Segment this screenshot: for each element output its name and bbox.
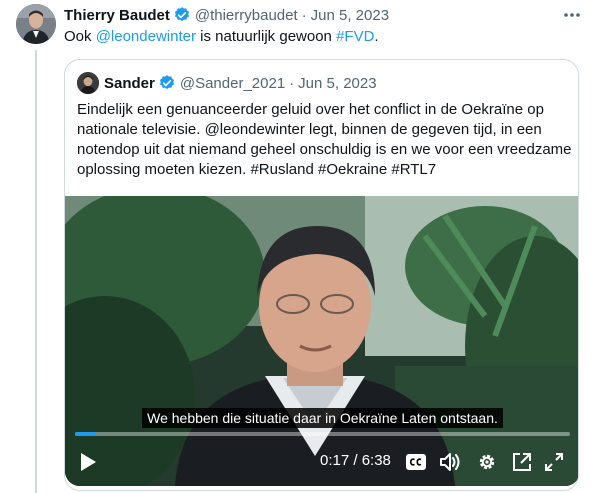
quote-header: Sander @Sander_2021 · Jun 5, 2023 [77, 72, 377, 94]
quote-author-handle[interactable]: @Sander_2021 [180, 75, 285, 92]
volume-icon[interactable] [439, 451, 461, 473]
captions-icon[interactable] [405, 451, 427, 473]
settings-gear-icon[interactable] [476, 451, 498, 473]
hashtag-link[interactable]: #FVD [336, 28, 374, 45]
quote-text: Eindelijk een genuanceerder geluid over … [77, 101, 572, 178]
video-progress-fill [75, 432, 97, 436]
video-time: 0:17 / 6:38 [320, 452, 391, 469]
video-player[interactable]: We hebben die situatie daar in Oekraïne … [65, 196, 578, 486]
author-handle[interactable]: @thierrybaudet [195, 7, 298, 24]
fullscreen-icon[interactable] [543, 451, 565, 473]
quote-date[interactable]: Jun 5, 2023 [298, 75, 376, 92]
mention-link[interactable]: @leondewinter [96, 28, 196, 45]
quote-separator-dot: · [289, 74, 295, 92]
tweet-text-suffix: . [374, 28, 379, 45]
video-progress-bar[interactable] [75, 432, 570, 436]
tweet-text-prefix: Ook [64, 28, 96, 45]
tweet-text: Ook @leondewinter is natuurlijk gewoon #… [64, 27, 379, 47]
more-options-icon[interactable] [560, 5, 584, 25]
author-avatar[interactable] [16, 4, 56, 44]
thread-line [35, 50, 37, 493]
tweet-header: Thierry Baudet @thierrybaudet · Jun 5, 2… [64, 4, 389, 26]
quote-author-avatar[interactable] [77, 72, 99, 94]
video-frame [65, 196, 578, 486]
quote-author-name[interactable]: Sander [104, 75, 155, 92]
pop-out-icon[interactable] [511, 451, 533, 473]
video-subtitle: We hebben die situatie daar in Oekraïne … [65, 408, 578, 428]
play-icon[interactable] [77, 451, 99, 473]
subtitle-text: We hebben die situatie daar in Oekraïne … [142, 408, 503, 428]
author-name[interactable]: Thierry Baudet [64, 7, 170, 24]
tweet-text-middle: is natuurlijk gewoon [195, 28, 337, 45]
verified-badge-icon [173, 6, 191, 24]
separator-dot: · [301, 6, 307, 24]
tweet-date[interactable]: Jun 5, 2023 [311, 7, 389, 24]
quoted-tweet[interactable]: Sander @Sander_2021 · Jun 5, 2023 Eindel… [64, 59, 579, 491]
video-controls: 0:17 / 6:38 [65, 446, 578, 476]
quote-verified-badge-icon [158, 74, 176, 92]
